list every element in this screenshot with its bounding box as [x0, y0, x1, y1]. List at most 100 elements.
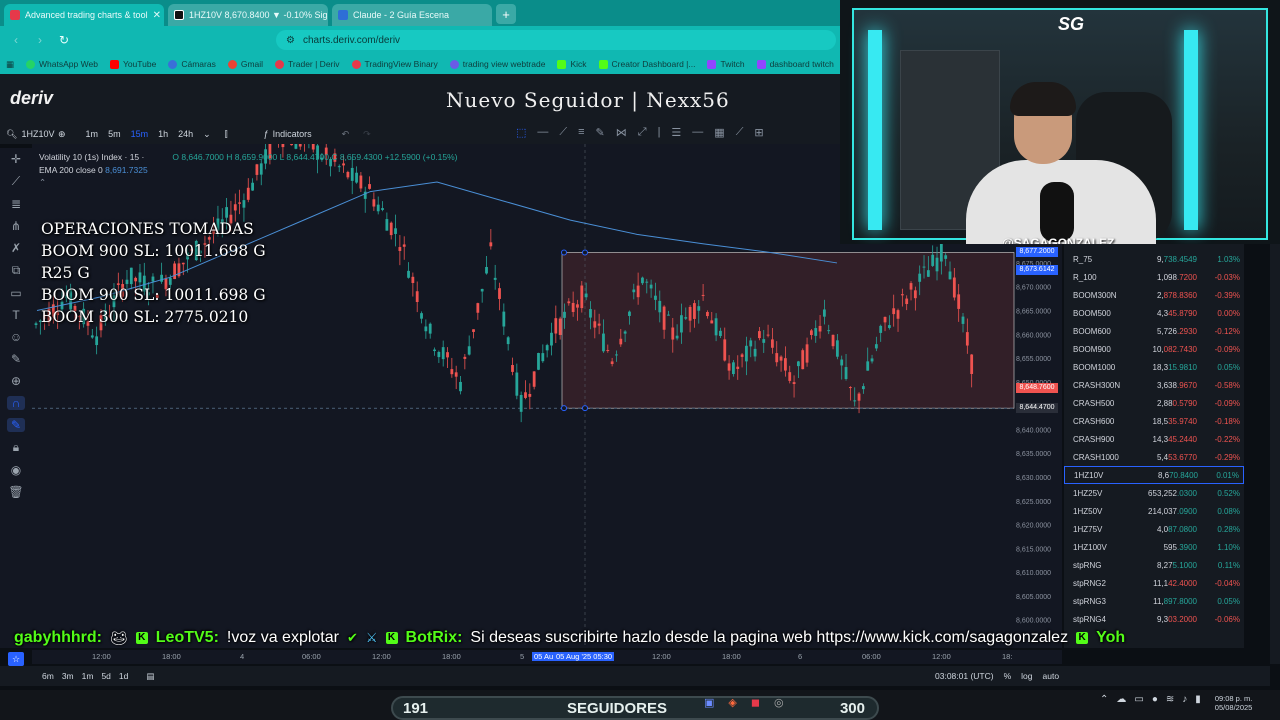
cloud-icon[interactable]: ☁	[1116, 694, 1126, 712]
scale-percent[interactable]: %	[1004, 671, 1012, 681]
pitchfork-icon[interactable]: ⋔	[11, 219, 21, 233]
watchlist-row-stprng[interactable]: stpRNG 8,275.1000 0.11%	[1064, 556, 1244, 574]
obs-icon[interactable]: ◎	[774, 696, 784, 709]
watchlist-row-crash600[interactable]: CRASH600 18,535.9740 -0.18%	[1064, 412, 1244, 430]
watchlist-row-stprng2[interactable]: stpRNG2 11,142.4000 -0.04%	[1064, 574, 1244, 592]
bookmark-twitch[interactable]: Twitch	[707, 59, 745, 69]
deriv-icon[interactable]: ◼	[751, 696, 760, 709]
lock-icon[interactable]: 🔒︎	[13, 440, 19, 455]
symbol-search[interactable]: 🔍︎ 1HZ10V	[0, 129, 58, 140]
range-1d[interactable]: 1d	[119, 671, 128, 682]
levels-icon[interactable]: ☰	[671, 126, 681, 139]
range-1m[interactable]: 1m	[82, 671, 94, 682]
text-icon[interactable]: T	[12, 308, 19, 322]
tab-deriv[interactable]: Advanced trading charts & tool ✕	[4, 4, 164, 26]
compare-add-icon[interactable]: ⊕	[58, 129, 66, 140]
watchlist-row-boom300n[interactable]: BOOM300N 2,878.8360 -0.39%	[1064, 286, 1244, 304]
tab-claude[interactable]: Claude - 2 Guía Escena	[332, 4, 492, 26]
layout-icon[interactable]: ⊞	[754, 126, 763, 139]
timeframe-1m[interactable]: 1m	[86, 129, 99, 140]
line-icon[interactable]: ⟋	[736, 126, 744, 139]
indicators-button[interactable]: ƒ Indicators	[264, 129, 312, 139]
watchlist-row-boom1000[interactable]: BOOM1000 18,315.9810 0.05%	[1064, 358, 1244, 376]
bookmark-youtube[interactable]: YouTube	[109, 59, 156, 69]
battery-icon[interactable]: ▭	[1134, 694, 1143, 712]
app-icon[interactable]: ▣	[704, 696, 714, 709]
watchlist-row-crash300n[interactable]: CRASH300N 3,638.9670 -0.58%	[1064, 376, 1244, 394]
back-icon[interactable]: ‹	[8, 33, 24, 47]
watchlist-row-1hz10v[interactable]: 1HZ10V 8,670.8400 0.01%	[1064, 466, 1244, 484]
scrollbar[interactable]	[1270, 244, 1280, 664]
tray-clock[interactable]: 09:08 p. m. 05/08/2025	[1215, 694, 1253, 712]
bookmark-gmail[interactable]: Gmail	[227, 59, 263, 69]
brave-icon[interactable]: ◈	[728, 696, 736, 709]
chart-type-icon[interactable]: ⫿	[225, 129, 228, 140]
timeframe-24h[interactable]: 24h	[178, 129, 193, 140]
timeframe-5m[interactable]: 5m	[108, 129, 121, 140]
vertical-line-icon[interactable]: |	[658, 126, 661, 139]
bookmark-dashboard-twitch[interactable]: dashboard twitch	[756, 59, 834, 69]
draw-mode-icon[interactable]: ✎	[7, 418, 25, 432]
watchlist-row-crash900[interactable]: CRASH900 14,345.2440 -0.22%	[1064, 430, 1244, 448]
ray-icon[interactable]: —	[692, 126, 703, 139]
watchlist-row-1hz75v[interactable]: 1HZ75V 4,087.0800 0.28%	[1064, 520, 1244, 538]
bookmark-creator-dashboard[interactable]: Creator Dashboard |...	[598, 59, 695, 69]
watchlist-row-crash500[interactable]: CRASH500 2,880.5790 -0.09%	[1064, 394, 1244, 412]
wifi-icon[interactable]: ≋	[1166, 694, 1174, 712]
shapes-icon[interactable]: ✗	[11, 241, 21, 255]
line-tool-icon[interactable]: ⟋	[12, 174, 20, 189]
timeframe-15m[interactable]: 15m	[131, 129, 149, 140]
scale-auto[interactable]: auto	[1043, 671, 1060, 681]
deriv-logo[interactable]: deriv	[10, 88, 53, 109]
watchlist-row-stprng3[interactable]: stpRNG3 11,897.8000 0.05%	[1064, 592, 1244, 610]
new-tab-button[interactable]: +	[496, 4, 516, 24]
time-axis[interactable]: 12:00 18:00 4 06:00 12:00 18:00 5 06:00 12:00 18:…	[32, 650, 1062, 664]
rectangle-tool-icon[interactable]: ⬚	[516, 126, 526, 139]
range-5d[interactable]: 5d	[101, 671, 110, 682]
utc-clock[interactable]: 03:08:01 (UTC)	[935, 671, 994, 681]
trend-line-icon[interactable]: ⟋	[559, 126, 567, 139]
star-icon[interactable]: ☆	[8, 652, 24, 666]
tab-tradingview[interactable]: 1HZ10V 8,670.8400 ▼ -0.10% Sigu	[168, 4, 328, 26]
watchlist-row-1hz25v[interactable]: 1HZ25V 653,252.0300 0.52%	[1064, 484, 1244, 502]
watchlist-row-boom900[interactable]: BOOM900 10,082.7430 -0.09%	[1064, 340, 1244, 358]
emoji-icon[interactable]: ☺	[10, 330, 22, 344]
redo-icon[interactable]: ↷	[363, 129, 371, 140]
channel-icon[interactable]: ≡	[578, 126, 584, 139]
magnet-icon[interactable]: ∩	[7, 396, 25, 410]
bookmark-whatsapp[interactable]: WhatsApp Web	[26, 59, 98, 69]
watchlist-row-crash1000[interactable]: CRASH1000 5,453.6770 -0.29%	[1064, 448, 1244, 466]
chevron-down-icon[interactable]: ⌄	[203, 129, 211, 140]
bookmark-kick[interactable]: Kick	[557, 59, 587, 69]
eye-icon[interactable]: ◉	[11, 463, 21, 477]
trash-icon[interactable]: 🗑︎	[8, 485, 23, 499]
scale-log[interactable]: log	[1021, 671, 1032, 681]
apps-icon[interactable]: ▦	[6, 59, 14, 70]
bookmark-tradingview-binary[interactable]: TradingView Binary	[351, 59, 438, 69]
calendar-icon[interactable]: ▤	[146, 671, 154, 682]
watchlist-row-boom500[interactable]: BOOM500 4,345.8790 0.00%	[1064, 304, 1244, 322]
bookmark-camaras[interactable]: Cámaras	[168, 59, 216, 69]
range-6m[interactable]: 6m	[42, 671, 54, 682]
timeframe-1h[interactable]: 1h	[158, 129, 168, 140]
url-bar[interactable]: ⚙ charts.deriv.com/deriv	[276, 30, 836, 50]
collapse-legend-icon[interactable]: ⌃	[39, 177, 458, 188]
rect-icon[interactable]: ▭	[10, 286, 21, 300]
ruler-icon[interactable]: ⧉	[12, 263, 21, 278]
lines-icon[interactable]: ≣	[11, 197, 21, 211]
watchlist-row-r_75[interactable]: R_75 9,738.4549 1.03%	[1064, 250, 1244, 268]
battery-level-icon[interactable]: ▮	[1195, 694, 1201, 712]
crosshair-icon[interactable]: ✛	[11, 152, 21, 166]
bookmark-webtrade[interactable]: trading view webtrade	[449, 59, 545, 69]
reload-icon[interactable]: ↻	[56, 33, 72, 47]
pencil-icon[interactable]: ✎	[11, 352, 21, 366]
watchlist-row-1hz50v[interactable]: 1HZ50V 214,037.0900 0.08%	[1064, 502, 1244, 520]
mic-icon[interactable]: ●	[1152, 694, 1158, 712]
brush-icon[interactable]: ✎	[596, 126, 605, 139]
watchlist-row-boom600[interactable]: BOOM600 5,726.2930 -0.12%	[1064, 322, 1244, 340]
grid-icon[interactable]: ▦	[714, 126, 724, 139]
bookmark-trader-deriv[interactable]: Trader | Deriv	[275, 59, 340, 69]
close-icon[interactable]: ✕	[153, 10, 161, 21]
fib-icon[interactable]: ⤢	[638, 126, 647, 139]
range-3m[interactable]: 3m	[62, 671, 74, 682]
